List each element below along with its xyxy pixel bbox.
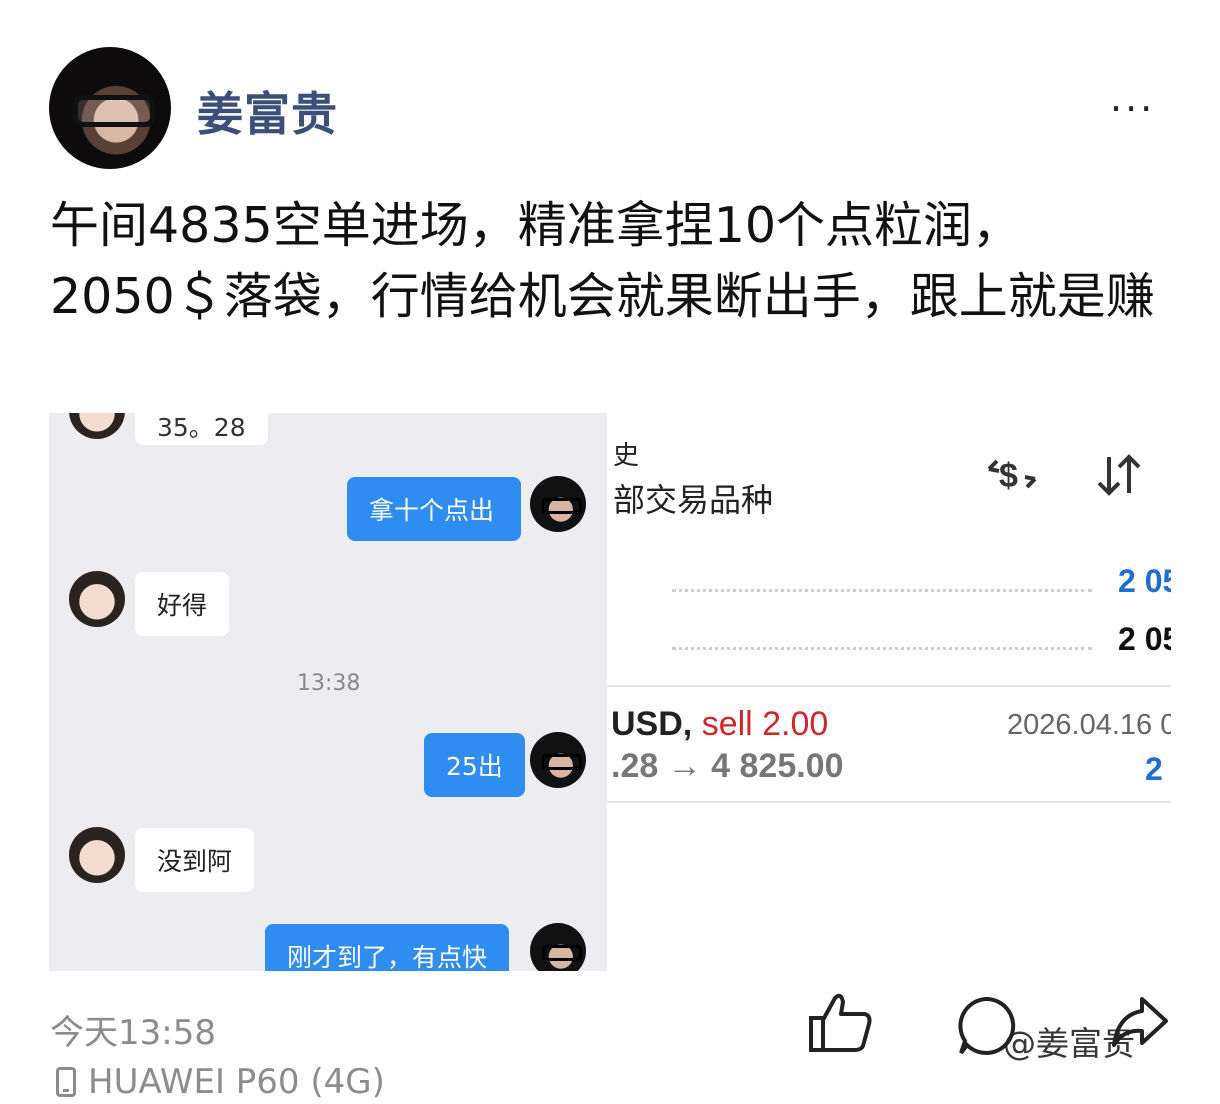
svg-text:$: $ [999, 457, 1018, 495]
watermark: @姜富贵 [1003, 1024, 1135, 1063]
chat-timestamp: 13:38 [297, 671, 361, 696]
trade-profit: 2 [1145, 751, 1163, 787]
contact-avatar [69, 827, 125, 883]
chat-message-out: 拿十个点出 [347, 477, 521, 541]
all-symbols-label: 部交易品种 [613, 482, 774, 518]
chat-message-in: 好得 [135, 572, 230, 636]
post-time: 今天13:58 [50, 1013, 216, 1053]
trade-date: 2026.04.16 08 [1007, 709, 1171, 741]
chat-message-partial: 35。28 [135, 413, 268, 445]
profit-summary-value: 2 05 [1118, 563, 1171, 599]
trade-row[interactable]: USD, sell 2.00 [611, 705, 828, 744]
chat-message-out: 25出 [424, 733, 525, 797]
device-source: HUAWEI P60 (4G) [56, 1062, 385, 1102]
dotted-leader [672, 589, 1092, 592]
user-avatar[interactable] [49, 47, 171, 169]
sort-arrows-icon[interactable] [1095, 453, 1143, 497]
trade-prices: .28 → 4 825.00 [611, 747, 844, 785]
thumbs-up-icon[interactable] [805, 990, 875, 1056]
trade-symbol: USD, [611, 705, 693, 743]
trade-side: sell 2.00 [701, 705, 829, 743]
post-content: 午间4835空单进场，精准拿捏10个点粒润，2050＄落袋，行情给机会就果断出手… [50, 197, 1155, 325]
dotted-leader [672, 647, 1092, 650]
phone-icon [56, 1067, 76, 1097]
chat-screenshot-image[interactable]: 35。28 拿十个点出 好得 13:38 25出 没到阿 刚才到了，有点快 [49, 413, 607, 971]
contact-avatar [69, 413, 125, 439]
self-avatar [530, 476, 586, 532]
chat-message-in: 没到阿 [135, 828, 255, 892]
self-avatar [530, 732, 586, 788]
divider [607, 685, 1171, 687]
balance-summary-value: 2 05 [1118, 621, 1171, 657]
trade-screenshot-image[interactable]: 史 部交易品种 $ 2 05 2 05 USD, sell 2.00 2026.… [607, 413, 1171, 813]
history-title-partial: 史 [613, 440, 640, 470]
contact-avatar [69, 571, 125, 627]
dollar-swap-icon[interactable]: $ [985, 451, 1039, 497]
device-name: HUAWEI P60 (4G) [88, 1062, 385, 1102]
divider [607, 801, 1171, 803]
username[interactable]: 姜富贵 [197, 78, 338, 144]
self-avatar [530, 923, 586, 971]
chat-message-out: 刚才到了，有点快 [265, 924, 510, 971]
more-options-icon[interactable]: ··· [1110, 90, 1155, 128]
